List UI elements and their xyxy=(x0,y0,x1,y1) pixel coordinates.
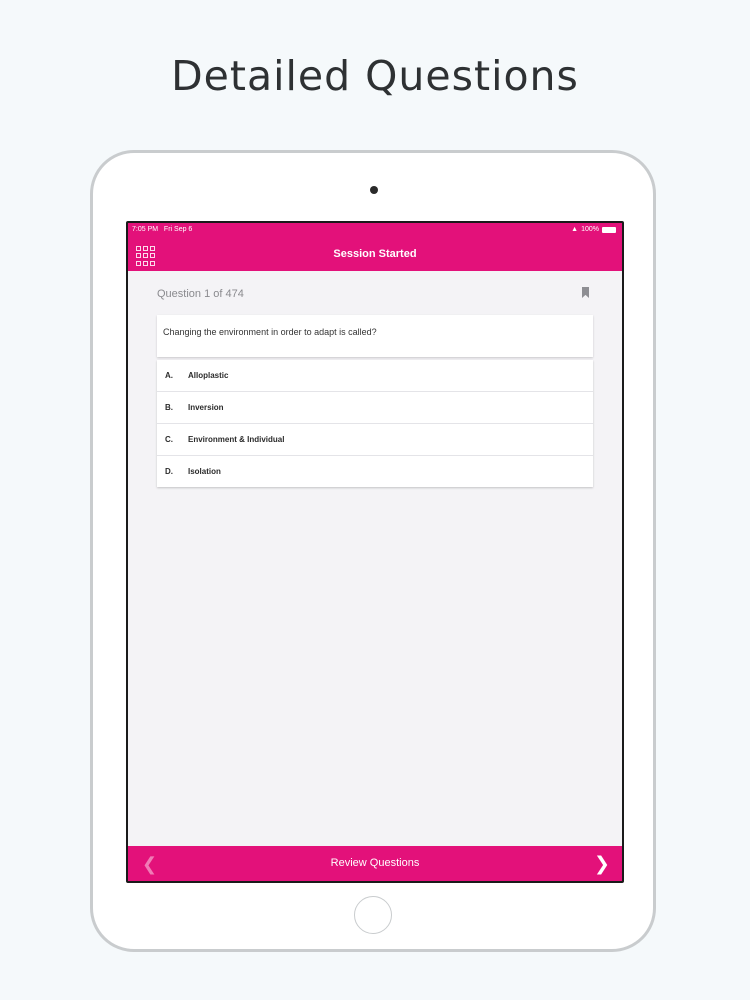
home-button xyxy=(354,896,392,934)
status-left: 7:05 PM Fri Sep 6 xyxy=(132,226,192,233)
status-right: ▲ 100% xyxy=(571,226,616,233)
status-battery-text: 100% xyxy=(581,226,599,233)
question-text: Changing the environment in order to ada… xyxy=(163,327,377,337)
battery-icon xyxy=(602,226,616,233)
status-bar: 7:05 PM Fri Sep 6 ▲ 100% xyxy=(128,223,622,237)
answer-text: Environment & Individual xyxy=(188,435,285,444)
status-time: 7:05 PM xyxy=(132,226,159,233)
camera-dot xyxy=(370,186,378,194)
chevron-left-icon[interactable]: ❮ xyxy=(142,854,157,875)
question-content: Question 1 of 474 Changing the environme… xyxy=(128,271,622,846)
chevron-right-icon[interactable]: ❯ xyxy=(594,853,610,875)
question-counter: Question 1 of 474 xyxy=(157,288,244,300)
device-screen: 7:05 PM Fri Sep 6 ▲ 100% Session Started… xyxy=(126,221,624,883)
answer-option-b[interactable]: B. Inversion xyxy=(157,392,593,424)
status-date: Fri Sep 6 xyxy=(163,226,193,233)
answer-option-d[interactable]: D. Isolation xyxy=(157,456,593,487)
answer-letter: A. xyxy=(165,371,173,380)
bottom-bar: Review Questions ❮ ❯ xyxy=(128,846,622,881)
bookmark-icon[interactable] xyxy=(582,287,589,298)
answer-text: Alloplastic xyxy=(188,371,229,380)
grid-icon[interactable] xyxy=(136,246,156,266)
answer-option-c[interactable]: C. Environment & Individual xyxy=(157,424,593,456)
answer-letter: B. xyxy=(165,403,173,412)
question-card: Changing the environment in order to ada… xyxy=(157,315,593,357)
answer-letter: C. xyxy=(165,435,173,444)
answer-list: A. Alloplastic B. Inversion C. Environme… xyxy=(157,360,593,487)
answer-text: Isolation xyxy=(188,467,221,476)
answer-text: Inversion xyxy=(188,403,224,412)
answer-option-a[interactable]: A. Alloplastic xyxy=(157,360,593,392)
review-questions-button[interactable]: Review Questions xyxy=(128,846,622,881)
nav-title: Session Started xyxy=(333,248,417,260)
app-screen: 7:05 PM Fri Sep 6 ▲ 100% Session Started… xyxy=(128,223,622,881)
nav-bar: Session Started xyxy=(128,237,622,271)
answer-letter: D. xyxy=(165,467,173,476)
page-headline: Detailed Questions xyxy=(171,52,579,100)
wifi-icon: ▲ xyxy=(571,226,579,233)
